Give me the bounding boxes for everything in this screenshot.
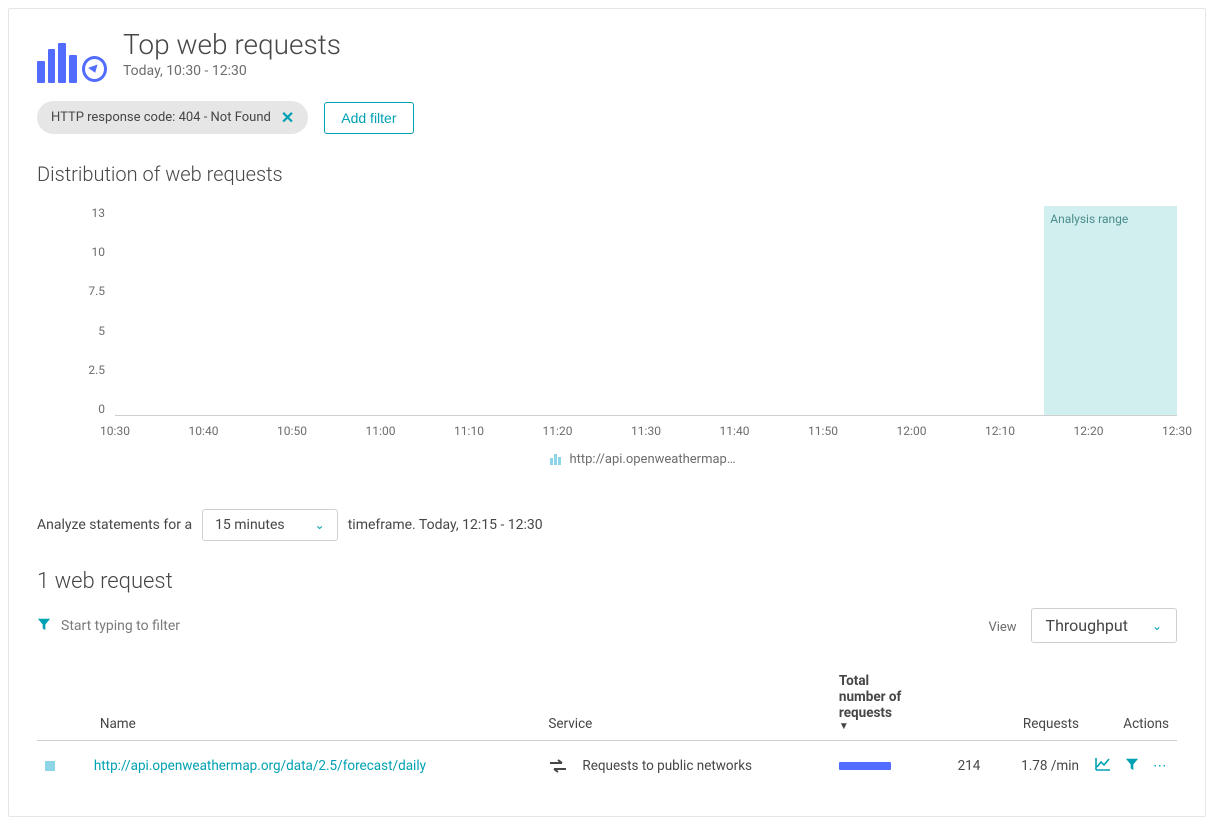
list-filter-placeholder: Start typing to filter (61, 618, 180, 634)
col-service[interactable]: Service (540, 665, 831, 741)
chart-bars (115, 206, 1177, 415)
request-name-link[interactable]: http://api.openweathermap.org/data/2.5/f… (94, 758, 426, 774)
list-filter-input[interactable]: Start typing to filter (37, 617, 180, 635)
filter-chip[interactable]: HTTP response code: 404 - Not Found ✕ (37, 101, 308, 134)
close-icon[interactable]: ✕ (281, 108, 294, 127)
add-filter-button[interactable]: Add filter (324, 102, 413, 134)
chart-action-icon[interactable] (1095, 757, 1111, 775)
filter-chip-value: 404 - Not Found (179, 110, 271, 125)
chevron-down-icon: ⌄ (315, 518, 325, 532)
filter-chip-prefix: HTTP response code: (51, 110, 179, 125)
list-title: 1 web request (37, 569, 1177, 594)
analyze-prefix: Analyze statements for a (37, 517, 192, 533)
header-icon (37, 35, 107, 83)
legend-label: http://api.openweathermap… (569, 452, 735, 467)
series-color-icon (45, 761, 55, 771)
filter-row: HTTP response code: 404 - Not Found ✕ Ad… (37, 101, 1177, 134)
chart-y-axis: 13107.552.50 (69, 206, 105, 416)
view-value: Throughput (1046, 616, 1128, 635)
analyze-row: Analyze statements for a 15 minutes ⌄ ti… (37, 509, 1177, 541)
analyze-suffix: timeframe. Today, 12:15 - 12:30 (348, 517, 543, 533)
analyze-timeframe-dropdown[interactable]: 15 minutes ⌄ (202, 509, 338, 541)
col-name[interactable]: Name (86, 665, 541, 741)
chart: 13107.552.50 Analysis range 10:3010:4010… (109, 206, 1177, 467)
page-header: Top web requests Today, 10:30 - 12:30 (37, 29, 1177, 83)
requests-table: Name Service Total number of requests ▼ … (37, 665, 1177, 791)
chevron-down-icon: ⌄ (1152, 619, 1162, 633)
more-action-icon[interactable]: ⋯ (1153, 758, 1169, 774)
view-label: View (988, 620, 1016, 635)
page-title: Top web requests (123, 29, 341, 61)
list-toolbar: Start typing to filter View Throughput ⌄ (37, 608, 1177, 643)
bars-icon (550, 454, 561, 465)
service-name: Requests to public networks (582, 758, 752, 774)
filter-action-icon[interactable] (1125, 757, 1139, 775)
view-dropdown[interactable]: Throughput ⌄ (1031, 608, 1177, 643)
table-row: http://api.openweathermap.org/data/2.5/f… (37, 741, 1177, 792)
requests-value: 1.78 /min (988, 741, 1087, 792)
total-bar (839, 762, 891, 770)
col-requests[interactable]: Requests (988, 665, 1087, 741)
col-total[interactable]: Total number of requests ▼ (831, 665, 910, 741)
total-value: 214 (910, 741, 988, 792)
network-icon (548, 758, 568, 774)
chart-plot[interactable]: Analysis range (115, 206, 1177, 416)
chart-x-axis: 10:3010:4010:5011:0011:1011:2011:3011:40… (115, 424, 1177, 446)
col-actions: Actions (1087, 665, 1177, 741)
analyze-timeframe-value: 15 minutes (215, 517, 285, 533)
chart-legend: http://api.openweathermap… (109, 452, 1177, 467)
page-container: Top web requests Today, 10:30 - 12:30 HT… (8, 8, 1206, 817)
sort-desc-icon: ▼ (839, 721, 902, 732)
section-title: Distribution of web requests (37, 162, 1177, 186)
funnel-icon (37, 617, 51, 635)
page-subtitle: Today, 10:30 - 12:30 (123, 63, 341, 79)
